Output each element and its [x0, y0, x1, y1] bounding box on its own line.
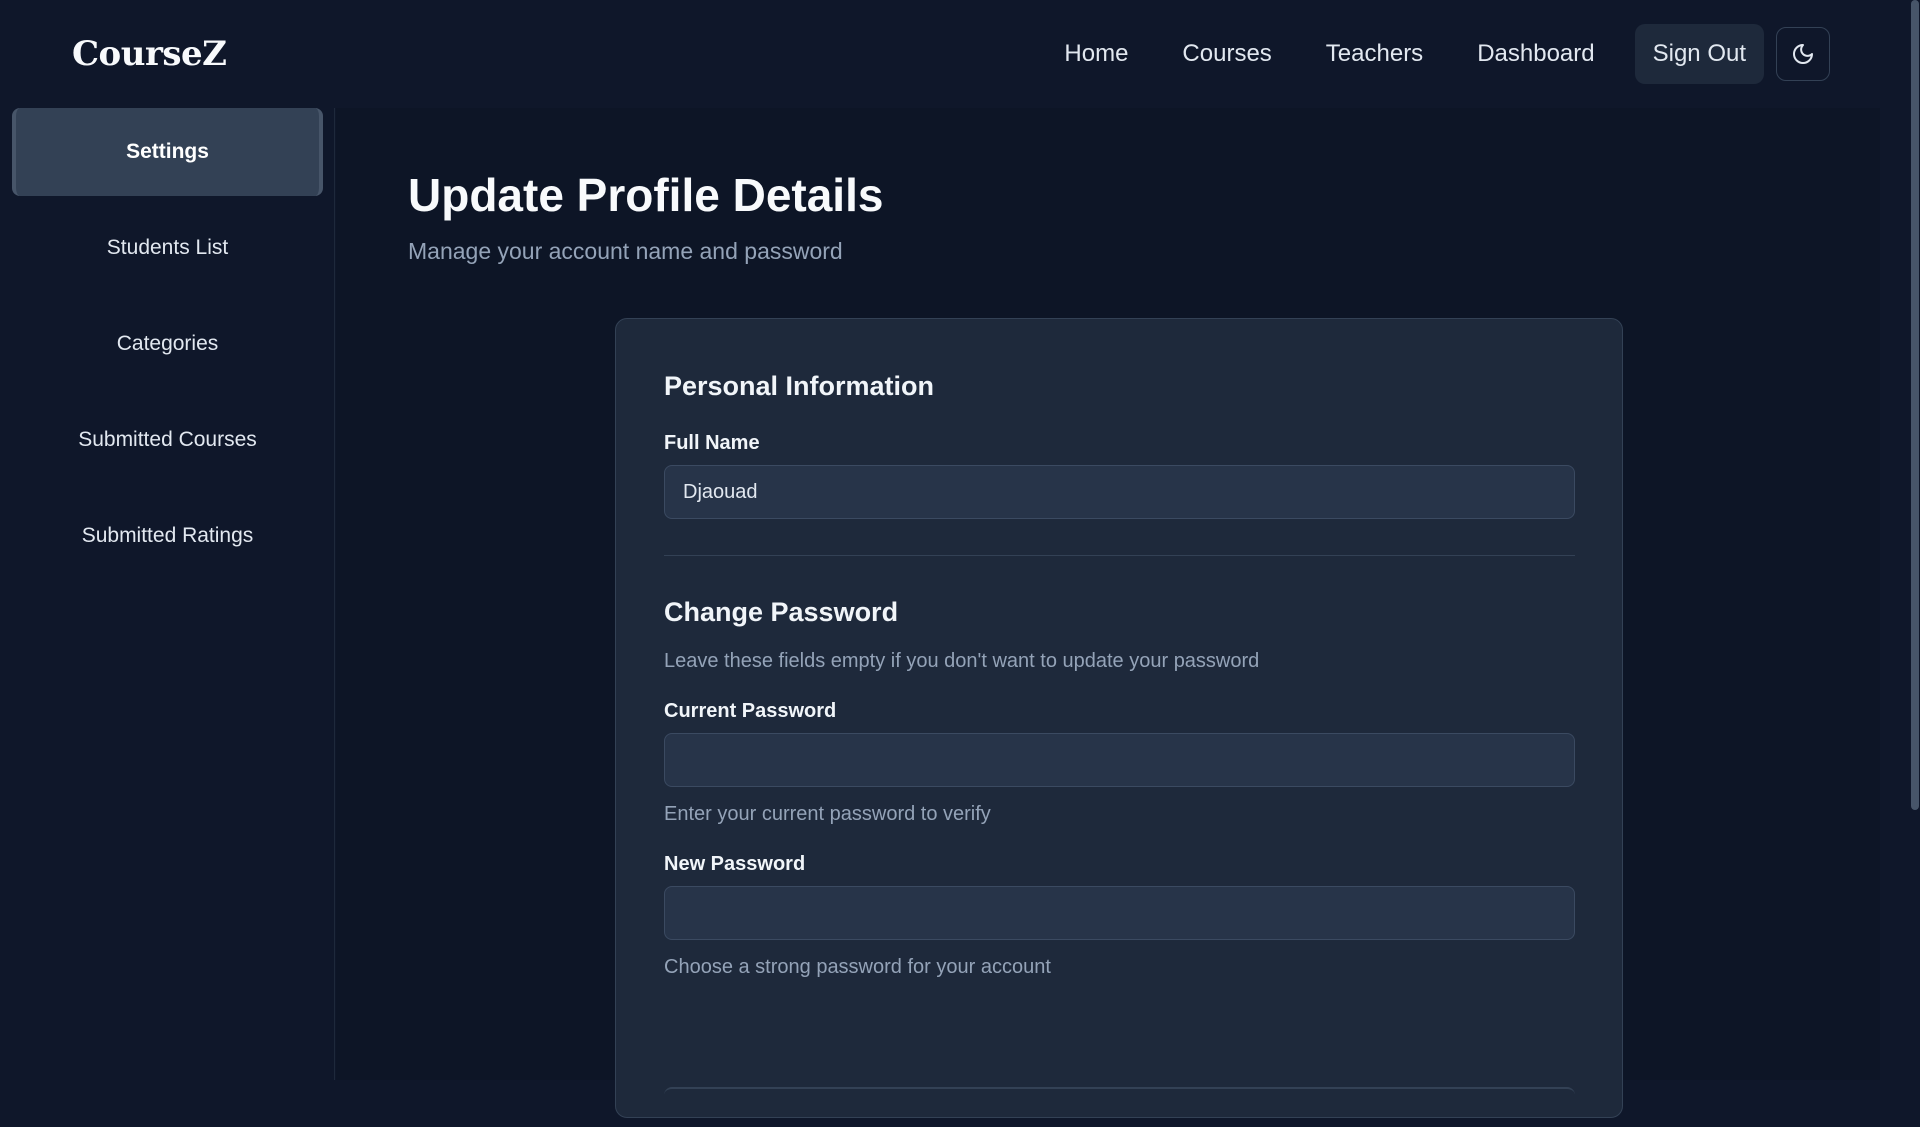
change-password-description: Leave these fields empty if you don't wa…	[664, 650, 1260, 672]
sidebar-item-submitted-courses[interactable]: Submitted Courses	[12, 396, 323, 484]
page-scrollbar[interactable]	[1908, 0, 1920, 1080]
nav-dashboard-link[interactable]: Dashboard	[1477, 40, 1594, 68]
nav-home-link[interactable]: Home	[1064, 40, 1128, 68]
change-password-heading: Change Password	[664, 597, 899, 627]
full-name-input[interactable]	[664, 465, 1575, 519]
sidebar-item-categories[interactable]: Categories	[12, 300, 323, 388]
nav-courses-link[interactable]: Courses	[1182, 40, 1271, 68]
sidebar-item-students-list[interactable]: Students List	[12, 204, 323, 292]
sidebar-item-settings[interactable]: Settings	[12, 108, 323, 196]
next-field-edge	[664, 1087, 1575, 1127]
theme-toggle-button[interactable]	[1776, 27, 1830, 81]
new-password-input[interactable]	[664, 886, 1575, 940]
main-content: Update Profile Details Manage your accou…	[336, 108, 1880, 1118]
current-password-input[interactable]	[664, 733, 1575, 787]
personal-info-heading: Personal Information	[664, 371, 935, 401]
logo[interactable]: CourseZ	[72, 34, 227, 74]
new-password-label: New Password	[664, 853, 806, 875]
section-divider	[664, 555, 1575, 556]
page-subtitle: Manage your account name and password	[408, 238, 843, 264]
full-name-label: Full Name	[664, 432, 760, 454]
sidebar: Settings Students List Categories Submit…	[0, 108, 335, 1080]
sidebar-item-submitted-ratings[interactable]: Submitted Ratings	[12, 492, 323, 580]
nav-teachers-link[interactable]: Teachers	[1326, 40, 1423, 68]
top-header: CourseZ Home Courses Teachers Dashboard …	[0, 0, 1908, 108]
moon-icon	[1793, 44, 1813, 64]
current-password-hint: Enter your current password to verify	[664, 803, 991, 825]
main-nav: Home Courses Teachers Dashboard Sign Out	[1064, 24, 1830, 84]
current-password-label: Current Password	[664, 700, 837, 722]
page-title: Update Profile Details	[408, 169, 884, 221]
profile-form-card: Personal Information Full Name Change Pa…	[615, 318, 1623, 1118]
new-password-hint: Choose a strong password for your accoun…	[664, 956, 1051, 978]
sign-out-button[interactable]: Sign Out	[1634, 24, 1764, 84]
scrollbar-thumb[interactable]	[1911, 0, 1919, 810]
